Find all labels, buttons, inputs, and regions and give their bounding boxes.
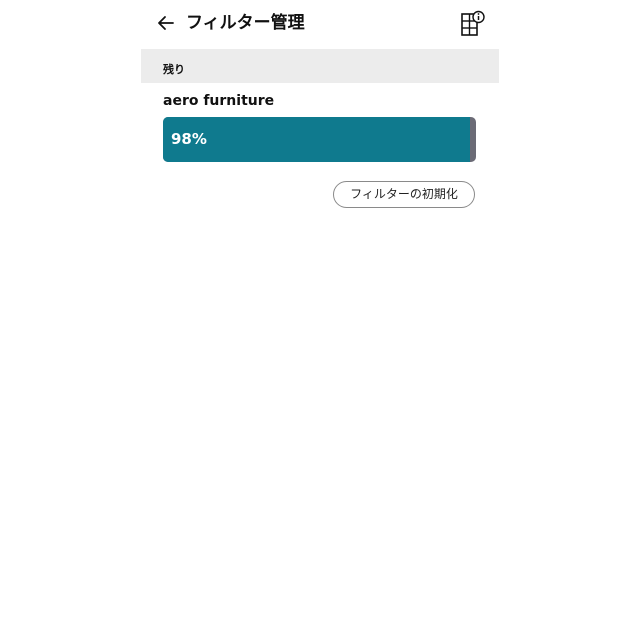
remaining-section-header: 残り: [141, 49, 499, 83]
arrow-left-icon: [158, 16, 174, 30]
filter-management-screen: フィルター管理 残り aero furniture 98% フィルターの初期化: [141, 0, 499, 640]
filter-remaining-percent: 98%: [171, 130, 207, 148]
back-button[interactable]: [153, 10, 179, 36]
filter-grid-info-icon: [461, 10, 485, 36]
app-header: フィルター管理: [141, 0, 499, 48]
section-label: 残り: [163, 63, 185, 76]
page-title: フィルター管理: [186, 13, 305, 33]
filter-info-button[interactable]: [459, 9, 487, 39]
filter-name: aero furniture: [163, 93, 275, 109]
reset-filter-button[interactable]: フィルターの初期化: [333, 181, 475, 208]
filter-remaining-fill: [163, 117, 470, 162]
filter-remaining-bar: 98%: [163, 117, 476, 162]
